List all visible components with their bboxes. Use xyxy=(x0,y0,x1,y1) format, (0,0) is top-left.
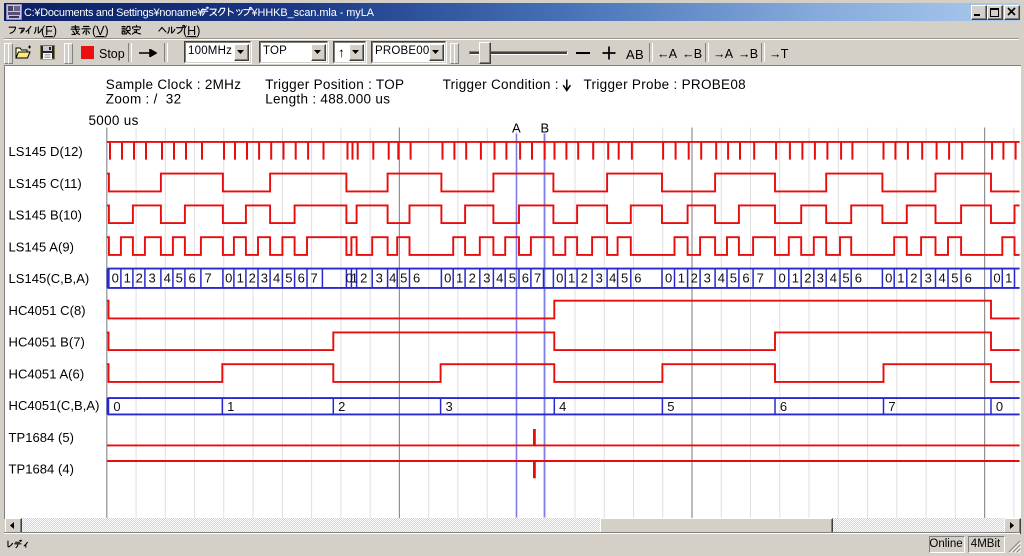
svg-text:3: 3 xyxy=(376,271,383,286)
svg-text:5: 5 xyxy=(285,271,292,286)
svg-text:HC4051 C(8): HC4051 C(8) xyxy=(9,303,86,318)
svg-text:4: 4 xyxy=(559,399,566,414)
svg-text:TP1684 (5): TP1684 (5) xyxy=(9,430,75,445)
svg-text:LS145 B(10): LS145 B(10) xyxy=(9,208,83,223)
svg-text:0: 0 xyxy=(444,271,451,286)
svg-text:5: 5 xyxy=(621,271,628,286)
svg-text:5: 5 xyxy=(842,271,849,286)
svg-text:6: 6 xyxy=(634,271,641,286)
svg-text:A: A xyxy=(512,121,521,136)
svg-text:0: 0 xyxy=(556,271,563,286)
svg-text:Sample Clock : 2MHz: Sample Clock : 2MHz xyxy=(106,77,242,92)
svg-text:3: 3 xyxy=(596,271,603,286)
svg-text:2: 2 xyxy=(249,271,256,286)
svg-text:0: 0 xyxy=(112,271,119,286)
svg-text:LS145 C(11): LS145 C(11) xyxy=(9,176,82,191)
svg-text:0: 0 xyxy=(885,271,892,286)
svg-text:4: 4 xyxy=(718,271,725,286)
svg-text:1: 1 xyxy=(792,271,799,286)
svg-text:HC4051(C,B,A): HC4051(C,B,A) xyxy=(9,398,100,413)
svg-text:Length : 488.000 us: Length : 488.000 us xyxy=(265,92,390,107)
svg-text:3: 3 xyxy=(445,399,452,414)
svg-text:7: 7 xyxy=(888,399,895,414)
svg-text:0: 0 xyxy=(993,271,1000,286)
svg-text:HC4051 A(6): HC4051 A(6) xyxy=(9,366,85,381)
svg-text:0: 0 xyxy=(225,271,232,286)
svg-text:7: 7 xyxy=(757,271,764,286)
svg-text:2: 2 xyxy=(469,271,476,286)
svg-text:6: 6 xyxy=(965,271,972,286)
svg-text:1: 1 xyxy=(124,271,131,286)
svg-text:6: 6 xyxy=(780,399,787,414)
svg-text:4: 4 xyxy=(496,271,503,286)
svg-text:Zoom : / 32: Zoom : / 32 xyxy=(106,92,182,107)
svg-text:2: 2 xyxy=(691,271,698,286)
svg-text:TP1684 (4): TP1684 (4) xyxy=(9,462,75,477)
svg-text:3: 3 xyxy=(817,271,824,286)
svg-text:B: B xyxy=(540,121,549,136)
svg-text:3: 3 xyxy=(704,271,711,286)
svg-text:HC4051 B(7): HC4051 B(7) xyxy=(9,335,85,350)
svg-text:5: 5 xyxy=(176,271,183,286)
svg-text:Trigger Probe : PROBE08: Trigger Probe : PROBE08 xyxy=(584,77,746,92)
svg-text:1: 1 xyxy=(237,271,244,286)
svg-text:3: 3 xyxy=(148,271,155,286)
svg-text:0: 0 xyxy=(778,271,785,286)
svg-text:6: 6 xyxy=(855,271,862,286)
svg-text:3: 3 xyxy=(483,271,490,286)
svg-text:6: 6 xyxy=(413,271,420,286)
svg-text:7: 7 xyxy=(534,271,541,286)
svg-text:7: 7 xyxy=(310,271,317,286)
svg-text:0: 0 xyxy=(113,399,120,414)
svg-text:2: 2 xyxy=(360,271,367,286)
svg-text:1: 1 xyxy=(1005,271,1012,286)
svg-text:4: 4 xyxy=(938,271,945,286)
svg-text:1: 1 xyxy=(456,271,463,286)
svg-text:6: 6 xyxy=(522,271,529,286)
svg-text:2: 2 xyxy=(338,399,345,414)
svg-text:4: 4 xyxy=(609,271,616,286)
svg-text:4: 4 xyxy=(830,271,837,286)
svg-text:2: 2 xyxy=(136,271,143,286)
svg-text:5: 5 xyxy=(667,399,674,414)
svg-text:6: 6 xyxy=(188,271,195,286)
svg-text:4: 4 xyxy=(273,271,280,286)
svg-text:1: 1 xyxy=(678,271,685,286)
svg-text:1: 1 xyxy=(568,271,575,286)
svg-text:4: 4 xyxy=(389,271,396,286)
svg-text:3: 3 xyxy=(925,271,932,286)
svg-text:1: 1 xyxy=(351,271,358,286)
svg-text:4: 4 xyxy=(164,271,171,286)
svg-text:6: 6 xyxy=(742,271,749,286)
svg-text:Trigger Condition :: Trigger Condition : xyxy=(443,77,559,92)
svg-text:5: 5 xyxy=(400,271,407,286)
svg-text:6: 6 xyxy=(298,271,305,286)
svg-text:Trigger Position : TOP: Trigger Position : TOP xyxy=(265,77,404,92)
svg-text:3: 3 xyxy=(261,271,268,286)
svg-text:1: 1 xyxy=(897,271,904,286)
svg-text:0: 0 xyxy=(996,399,1003,414)
svg-text:LS145(C,B,A): LS145(C,B,A) xyxy=(9,271,90,286)
svg-text:2: 2 xyxy=(581,271,588,286)
svg-text:5: 5 xyxy=(730,271,737,286)
svg-text:5: 5 xyxy=(509,271,516,286)
svg-text:0: 0 xyxy=(665,271,672,286)
svg-text:2: 2 xyxy=(910,271,917,286)
svg-text:LS145 A(9): LS145 A(9) xyxy=(9,240,75,255)
svg-text:1: 1 xyxy=(227,399,234,414)
svg-text:2: 2 xyxy=(804,271,811,286)
svg-text:LS145 D(12): LS145 D(12) xyxy=(9,144,83,159)
svg-text:5: 5 xyxy=(951,271,958,286)
svg-text:5000 us: 5000 us xyxy=(89,113,139,128)
svg-text:7: 7 xyxy=(204,271,211,286)
